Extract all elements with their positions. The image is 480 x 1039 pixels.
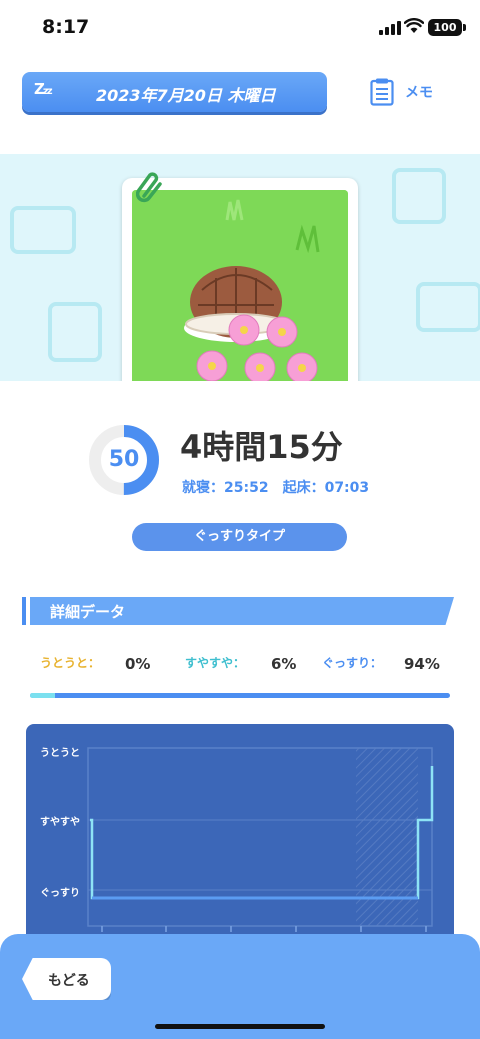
ratio-slumber-value: 94% (404, 655, 440, 673)
sleep-graph-plot (87, 747, 434, 932)
back-button-label: もどる (48, 973, 90, 989)
sleep-ratio-bar (30, 693, 450, 698)
sleep-times: 就寝：25:52 起床：07:03 (182, 477, 383, 497)
wifi-icon (404, 18, 424, 33)
memo-button[interactable]: メモ (370, 76, 460, 108)
paperclip-icon (136, 172, 162, 203)
battery-icon: 100 (428, 19, 466, 36)
ratio-doze-label: うとうと： (40, 656, 101, 670)
sleep-graph[interactable]: うとうと すやすや ぐっすり (26, 724, 454, 954)
sleep-duration: 4時間15分 (180, 428, 343, 466)
date-label: 2023年7月20日 木曜日 (96, 86, 276, 105)
cellular-signal-icon (379, 21, 401, 35)
status-time: 8:17 (42, 16, 90, 38)
sleep-photo-banner (0, 154, 480, 381)
sleep-type-badge: ぐっすりタイプ (132, 523, 347, 551)
wakeup-label: 起床：07:03 (282, 480, 370, 496)
bg-decoration (416, 282, 480, 332)
detail-section-title: 詳細データ (50, 603, 126, 621)
memo-icon (370, 78, 394, 106)
ratio-snooze-label: すやすや： (185, 656, 246, 670)
sleep-snapshot-card[interactable] (122, 178, 358, 381)
sleep-zzz-icon: Zzz (34, 80, 52, 98)
bedtime-label: 就寝：25:52 (182, 480, 269, 496)
memo-label: メモ (405, 85, 433, 101)
sleep-ratio-bar-snooze (30, 693, 56, 698)
bg-decoration (48, 302, 102, 362)
bottom-navigation: もどる (0, 934, 480, 1039)
back-button[interactable]: もどる (22, 958, 111, 1000)
detail-section-header: 詳細データ (22, 597, 454, 625)
bg-decoration (392, 168, 446, 224)
sleep-snapshot-image (132, 190, 348, 381)
bg-decoration (10, 206, 76, 254)
date-header: Zzz 2023年7月20日 木曜日 (22, 72, 327, 112)
ratio-snooze-value: 6% (271, 655, 297, 673)
home-indicator[interactable] (155, 1024, 325, 1029)
ratio-slumber-label: ぐっすり： (322, 656, 383, 670)
sleeping-pokemon-image (132, 190, 348, 381)
ratio-doze-value: 0% (125, 655, 151, 673)
status-bar: 8:17 100 (0, 0, 480, 60)
sleep-score-value: 50 (108, 447, 140, 472)
